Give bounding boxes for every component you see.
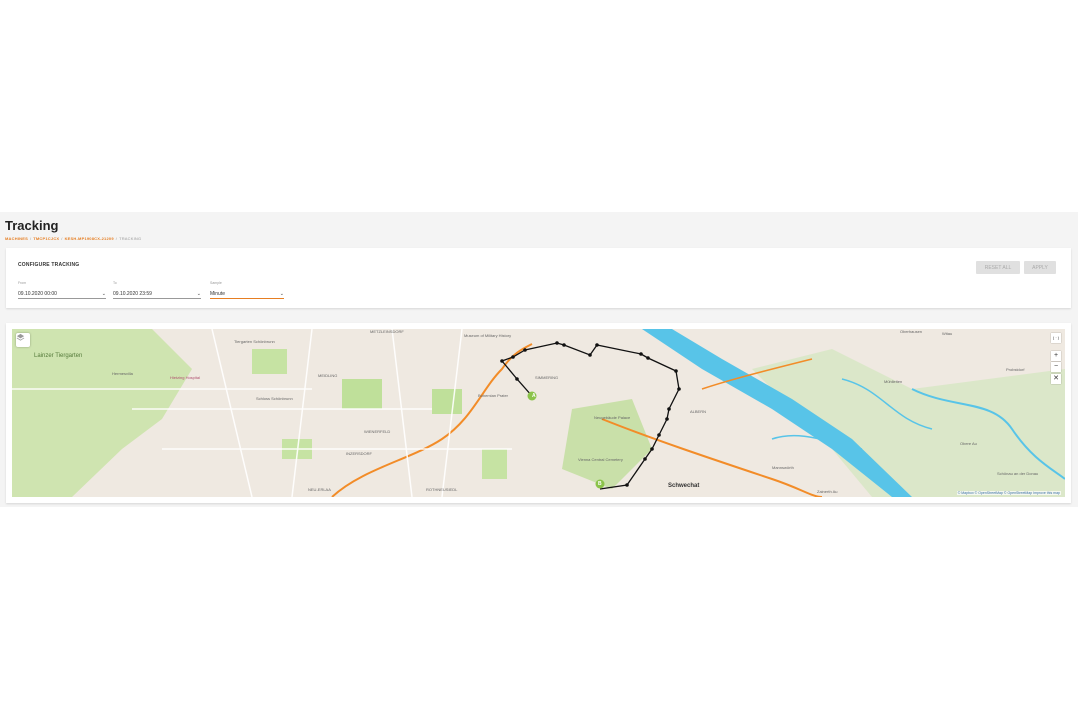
page-title: Tracking xyxy=(5,218,59,233)
zoom-out-button[interactable]: − xyxy=(1051,362,1061,372)
map-label-neu-erlaa: NEU-ERLAA xyxy=(308,487,331,492)
layers-icon xyxy=(16,333,25,341)
map-label-schwechat: Schwechat xyxy=(668,483,700,489)
marker-a[interactable]: A xyxy=(532,393,536,399)
map-canvas xyxy=(12,329,1065,497)
map-label-zainerth: Zainerth Au xyxy=(817,489,838,494)
sample-value: Minute xyxy=(210,290,226,297)
sample-label: Sample xyxy=(210,281,222,285)
map-label-neugebaeude: Neugebäude Palace xyxy=(594,415,631,420)
map-label-probstdorf: Probstdorf xyxy=(1006,367,1025,372)
to-select[interactable]: 09.10.2020 23:59 ⌄ xyxy=(113,289,201,299)
map-label-hietzing: Hietzing Hospital xyxy=(170,375,201,380)
geolocate-button[interactable]: ( · ) xyxy=(1051,333,1061,343)
compass-button[interactable]: ✕ xyxy=(1051,374,1061,384)
from-label: From xyxy=(18,281,27,285)
chevron-down-icon: ⌄ xyxy=(196,290,201,297)
compass-icon: ✕ xyxy=(1053,375,1059,382)
configure-tracking-card: CONFIGURE TRACKING RESET ALL APPLY From … xyxy=(6,248,1071,308)
map-label-tiergarten: Tiergarten Schönbrunn xyxy=(234,339,275,344)
map-label-schoenau: Schönau an der Donau xyxy=(997,471,1039,476)
from-select[interactable]: 09.10.2020 00:00 ⌄ xyxy=(18,289,106,299)
app-content: Tracking MACHINES / TMCP1CJCX / KESH-MP1908C… xyxy=(0,212,1078,507)
to-value: 09.10.2020 23:59 xyxy=(113,290,152,297)
map-label-mannswoerth: Mannswörth xyxy=(772,465,794,470)
map-label-rothneusiedl: ROTHNEUSIEDL xyxy=(426,487,458,492)
map-label-military: Museum of Military History xyxy=(464,333,512,338)
map-label-simmering: SIMMERING xyxy=(535,375,559,380)
map-label-wienerfeld: WIENERFELD xyxy=(364,429,391,434)
breadcrumb-device[interactable]: KESH-MP1908CX-21209 xyxy=(65,236,114,241)
map-label-cemetery: Vienna Central Cemetery xyxy=(578,457,623,462)
sample-select[interactable]: Minute ⌄ xyxy=(210,289,284,299)
layers-button[interactable] xyxy=(16,333,30,347)
map-label-oberhausen: Oberhausen xyxy=(900,329,923,334)
marker-b[interactable]: B xyxy=(598,481,602,487)
map-label-muehlleiten: Mühlleiten xyxy=(884,379,903,384)
map-label-hermesvilla: Hermesvilla xyxy=(112,371,133,376)
map-card: A B Lainzer Tiergarten Hermesvilla Hietz… xyxy=(6,323,1071,503)
apply-button[interactable]: APPLY xyxy=(1024,261,1056,274)
breadcrumb-machines[interactable]: MACHINES xyxy=(5,236,28,241)
breadcrumb: MACHINES / TMCP1CJCX / KESH-MP1908CX-21209/T… xyxy=(5,236,142,241)
to-label: To xyxy=(113,281,117,285)
map-label-meidling: MEIDLING xyxy=(318,373,338,378)
reset-all-button[interactable]: RESET ALL xyxy=(976,261,1020,274)
config-title: CONFIGURE TRACKING xyxy=(18,262,80,268)
map-label-lainzer: Lainzer Tiergarten xyxy=(34,353,83,359)
chevron-down-icon: ⌄ xyxy=(101,290,106,297)
tracking-map[interactable]: A B Lainzer Tiergarten Hermesvilla Hietz… xyxy=(12,329,1065,497)
map-label-oberea: Obere Au xyxy=(960,441,977,446)
map-label-bohemian: Bohemian Prater xyxy=(478,393,509,398)
breadcrumb-machine[interactable]: TMCP1CJCX xyxy=(33,236,59,241)
map-label-albern: ALBERN xyxy=(690,409,707,414)
map-label-metzleinsdorf: METZLEINSDORF xyxy=(370,329,404,334)
chevron-down-icon: ⌄ xyxy=(279,290,284,297)
from-value: 09.10.2020 00:00 xyxy=(18,290,57,297)
zoom-in-button[interactable]: + xyxy=(1051,351,1061,361)
map-label-schoenbrunn: Schloss Schönbrunn xyxy=(256,396,293,401)
map-label-witau: Witau xyxy=(942,331,953,336)
map-attribution[interactable]: © Mapbox © OpenStreetMap © OpenStreetMap… xyxy=(956,491,1061,495)
breadcrumb-current: TRACKING xyxy=(119,236,142,241)
map-label-inzersdorf: INZERSDORF xyxy=(346,451,372,456)
